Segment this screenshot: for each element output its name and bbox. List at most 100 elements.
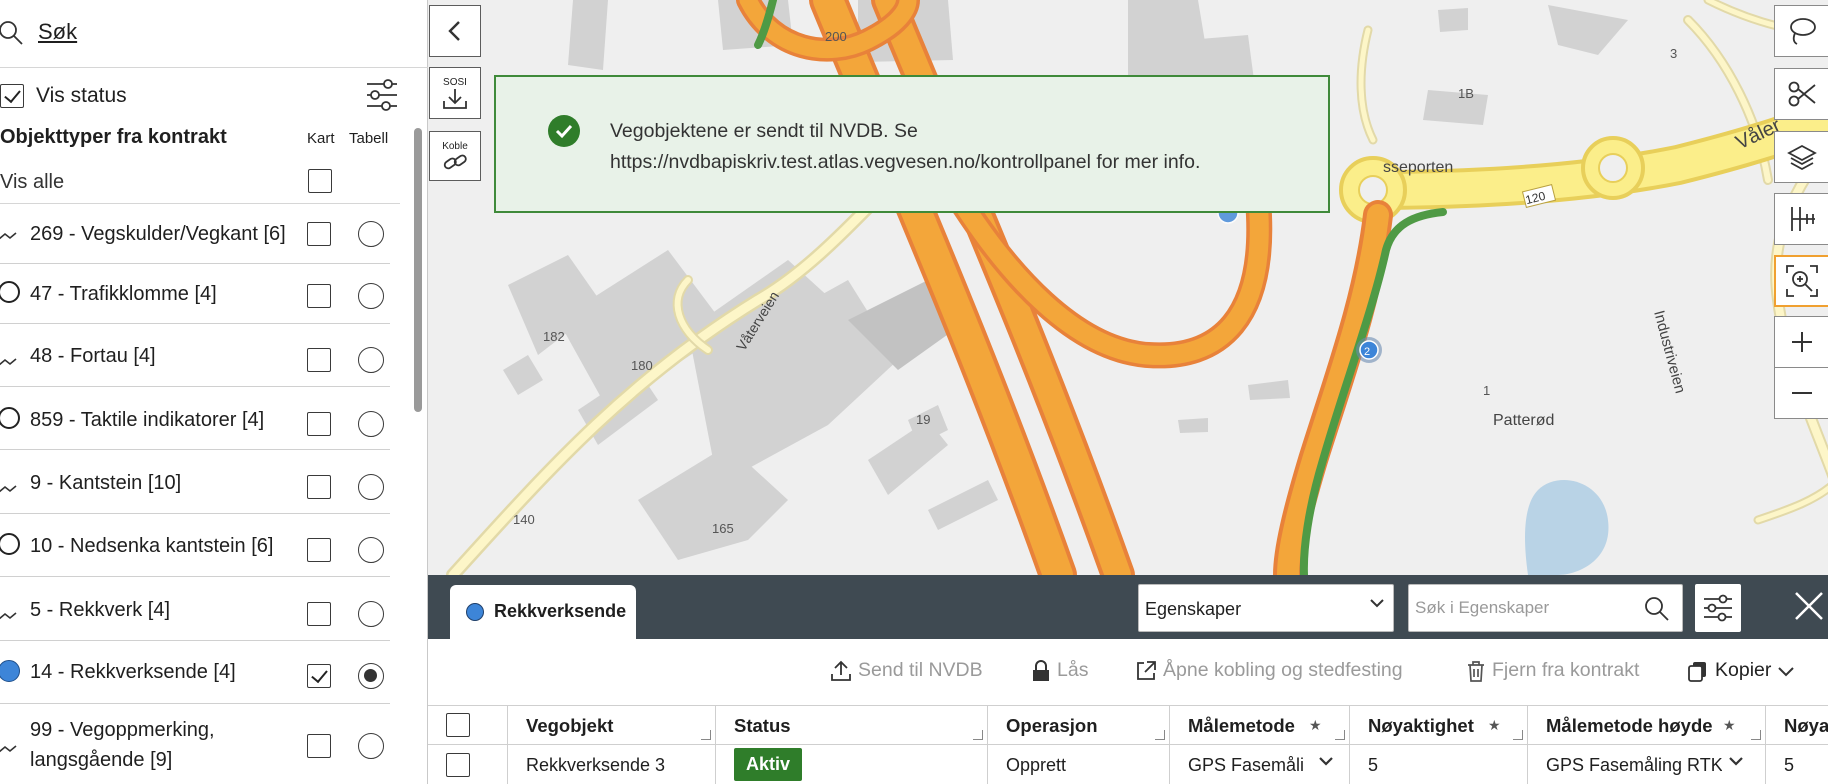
download-icon [443, 88, 467, 109]
tabell-radio[interactable] [358, 474, 384, 500]
column-header-operasjon[interactable]: Operasjon [988, 706, 1170, 744]
sidebar: Søk Vis status Objekttyper fra kontrakt … [0, 0, 428, 784]
kart-checkbox[interactable] [307, 348, 331, 372]
vis-status-checkbox[interactable] [0, 84, 24, 108]
resize-handle-icon[interactable] [1155, 730, 1165, 740]
resize-handle-icon[interactable] [701, 730, 711, 740]
zoom-out-button[interactable] [1774, 367, 1828, 419]
kart-checkbox[interactable] [307, 412, 331, 436]
select-all-checkbox[interactable] [446, 713, 470, 737]
toast-message-line: Vegobjektene er sendt til NVDB. Se [610, 120, 918, 142]
kart-checkbox[interactable] [307, 222, 331, 246]
close-icon[interactable] [1792, 589, 1826, 623]
column-header-label: Operasjon [1006, 715, 1098, 736]
kart-checkbox[interactable] [307, 475, 331, 499]
open-link-button[interactable]: Åpne kobling og stedfesting [1135, 659, 1403, 682]
tabell-radio[interactable] [358, 733, 384, 759]
chevron-down-icon[interactable] [1728, 755, 1744, 767]
cut-button[interactable] [1774, 68, 1828, 120]
required-star-icon: ★ [1723, 717, 1736, 733]
line-icon [0, 612, 17, 620]
vis-alle-checkbox[interactable] [308, 169, 332, 193]
collapse-sidebar-button[interactable] [429, 5, 481, 57]
cell-noyaktighet-hoyde[interactable]: 5 [1766, 745, 1828, 784]
kart-checkbox[interactable] [307, 602, 331, 626]
search-input[interactable] [1409, 585, 1639, 631]
tabell-radio[interactable] [358, 601, 384, 627]
lasso-select-button[interactable] [1774, 5, 1828, 57]
select-value: Egenskaper [1145, 599, 1242, 619]
tab-rekkverksende[interactable]: Rekkverksende [450, 585, 636, 639]
search-icon[interactable] [1644, 596, 1670, 622]
resize-handle-icon[interactable] [1335, 730, 1345, 740]
column-header-malemetode-hoyde[interactable]: Målemetode høyde ★ [1528, 706, 1766, 744]
tabell-radio[interactable] [358, 283, 384, 309]
sosi-download-button[interactable]: SOSI [429, 67, 481, 119]
column-header-noyaktighet[interactable]: Nøyaktighet ★ [1350, 706, 1528, 744]
map-marker-label[interactable]: 2 [1364, 346, 1370, 358]
cell-malemetode[interactable]: GPS Fasemåli [1170, 745, 1350, 784]
resize-handle-icon[interactable] [973, 730, 983, 740]
column-header-status[interactable]: Status [716, 706, 988, 744]
map-label: 1B [1458, 86, 1474, 101]
external-link-icon [1137, 660, 1156, 680]
object-type-row[interactable]: 5 - Rekkverk [4] [0, 577, 390, 641]
measure-icon [1790, 207, 1815, 231]
search-row[interactable]: Søk [0, 0, 428, 68]
cell-text: Rekkverksende 3 [526, 755, 666, 775]
sidebar-scrollbar[interactable] [414, 128, 422, 412]
object-type-row[interactable]: 48 - Fortau [4] [0, 324, 390, 387]
tabell-radio[interactable] [358, 221, 384, 247]
column-settings-button[interactable] [1695, 584, 1741, 632]
column-header-malemetode[interactable]: Målemetode ★ [1170, 706, 1350, 744]
map-label: 165 [712, 521, 734, 536]
resize-handle-icon[interactable] [1751, 730, 1761, 740]
kart-checkbox[interactable] [307, 284, 331, 308]
object-type-row[interactable]: 9 - Kantstein [10] [0, 450, 390, 514]
copy-menu-button[interactable]: Kopier [1687, 659, 1795, 682]
resize-handle-icon[interactable] [1513, 730, 1523, 740]
tabell-radio[interactable] [358, 347, 384, 373]
tabell-radio[interactable] [358, 663, 384, 689]
tabell-radio[interactable] [358, 537, 384, 563]
zoom-in-button[interactable] [1774, 316, 1828, 368]
koble-button[interactable]: Koble [429, 131, 481, 181]
table-row[interactable]: Rekkverksende 3 Aktiv Opprett GPS Fasemå… [428, 745, 1828, 784]
object-type-row[interactable]: 859 - Taktile indikatorer [4] [0, 387, 390, 450]
row-checkbox[interactable] [446, 753, 470, 777]
layers-button[interactable] [1774, 131, 1828, 183]
egenskaper-select[interactable]: Egenskaper [1138, 584, 1394, 632]
object-type-row[interactable]: 269 - Vegskulder/Vegkant [6] [0, 206, 390, 264]
cell-malemetode-hoyde[interactable]: GPS Fasemåling RTK [1528, 745, 1766, 784]
kart-checkbox[interactable] [307, 734, 331, 758]
remove-from-contract-button[interactable]: Fjern fra kontrakt [1466, 659, 1639, 682]
object-type-row[interactable]: 14 - Rekkverksende [4] [0, 641, 390, 704]
toast-message-link[interactable]: https://nvdbapiskriv.test.atlas.vegvesen… [610, 147, 1300, 178]
kart-checkbox[interactable] [307, 664, 331, 688]
object-type-label: 14 - Rekkverksende [4] [30, 661, 236, 683]
column-header-noyaktighet-hoyde[interactable]: Nøya [1766, 706, 1828, 744]
cell-vegobjekt: Rekkverksende 3 [508, 745, 716, 784]
kart-checkbox[interactable] [307, 538, 331, 562]
lock-button[interactable]: Lås [1031, 659, 1088, 682]
send-label: Send til NVDB [858, 659, 983, 681]
search-label[interactable]: Søk [38, 19, 77, 45]
chevron-down-icon[interactable] [1318, 755, 1334, 767]
tabell-radio[interactable] [358, 411, 384, 437]
lock-icon [1033, 659, 1049, 681]
cell-noyaktighet[interactable]: 5 [1350, 745, 1528, 784]
object-type-label: 269 - Vegskulder/Vegkant [6] [30, 223, 286, 245]
send-to-nvdb-button[interactable]: Send til NVDB [830, 659, 983, 682]
ring-icon [0, 407, 20, 429]
egenskaper-search[interactable] [1408, 584, 1683, 632]
map-label: Patterød [1493, 412, 1554, 429]
filter-settings-icon[interactable] [366, 78, 398, 112]
measure-button[interactable] [1774, 193, 1828, 245]
map-label: 140 [513, 512, 535, 527]
column-header-label: Vegobjekt [526, 715, 614, 736]
column-header-vegobjekt[interactable]: Vegobjekt [508, 706, 716, 744]
object-type-row[interactable]: 99 - Vegoppmerking, langsgående [9] [0, 704, 390, 784]
zoom-to-selection-button[interactable] [1774, 255, 1828, 307]
object-type-row[interactable]: 10 - Nedsenka kantstein [6] [0, 514, 390, 577]
object-type-row[interactable]: 47 - Trafikklomme [4] [0, 264, 390, 324]
